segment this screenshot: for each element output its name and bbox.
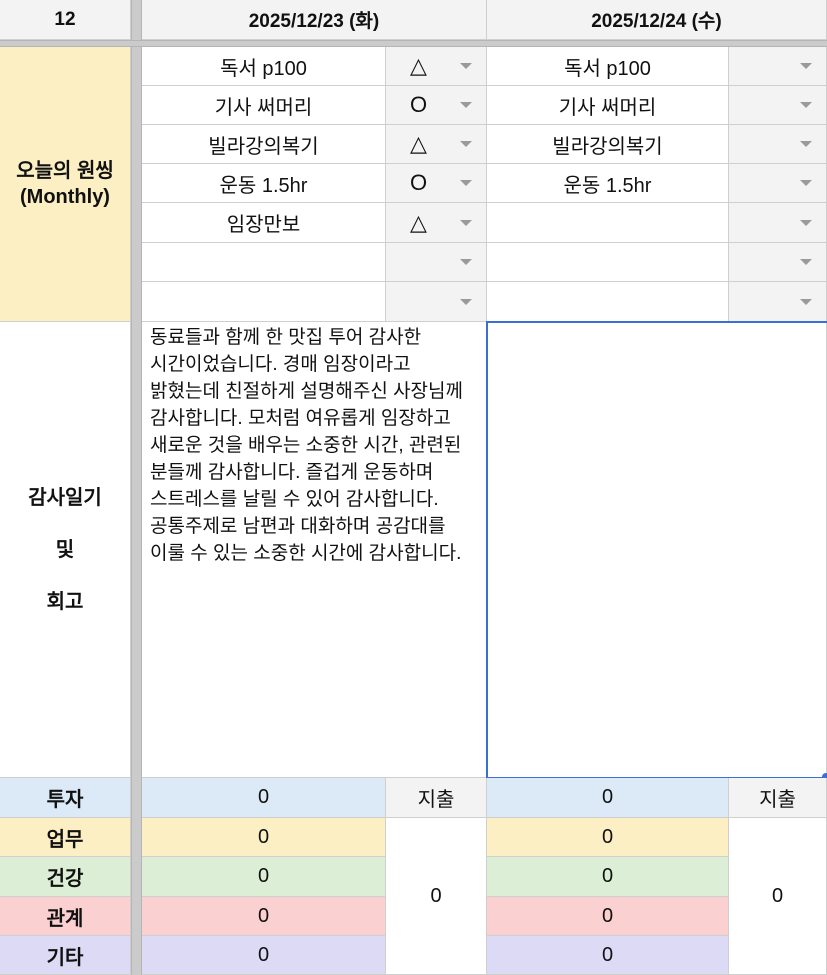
day2-task-cell[interactable]: 독서 p100 xyxy=(487,47,729,86)
day2-work-value[interactable]: 0 xyxy=(487,818,729,857)
health-label[interactable]: 건강 xyxy=(0,857,131,897)
day1-header[interactable]: 2025/12/23 (화) xyxy=(142,0,487,40)
day2-expense-value[interactable]: 0 xyxy=(729,818,827,975)
day1-mark-dropdown[interactable] xyxy=(386,243,487,282)
day1-expense-value[interactable]: 0 xyxy=(386,818,487,975)
day2-etc-value[interactable]: 0 xyxy=(487,936,729,975)
day2-task-cell[interactable]: 빌라강의복기 xyxy=(487,125,729,164)
chevron-down-icon[interactable] xyxy=(460,259,472,265)
day2-task-cell[interactable] xyxy=(487,243,729,282)
day2-task-cell[interactable] xyxy=(487,282,729,322)
day1-mark-value: O xyxy=(410,92,428,117)
work-label[interactable]: 업무 xyxy=(0,818,131,857)
gratitude-label-line2: 및 xyxy=(55,538,75,561)
day2-task-cell[interactable] xyxy=(487,203,729,243)
day2-relation-value[interactable]: 0 xyxy=(487,897,729,936)
day1-task-cell[interactable] xyxy=(142,282,386,322)
day1-task-cell[interactable]: 기사 써머리 xyxy=(142,86,386,125)
day1-expense-label[interactable]: 지출 xyxy=(386,778,487,818)
day2-mark-dropdown[interactable] xyxy=(729,86,827,125)
selected-cell-outline xyxy=(486,321,827,779)
day1-task-cell[interactable]: 운동 1.5hr xyxy=(142,164,386,203)
day1-mark-dropdown[interactable]: △ xyxy=(386,47,487,86)
chevron-down-icon[interactable] xyxy=(460,219,472,226)
spreadsheet: 12 2025/12/23 (화) 2025/12/24 (수) 오늘의 원씽 … xyxy=(0,0,827,975)
chevron-down-icon[interactable] xyxy=(460,102,472,108)
day2-invest-value[interactable]: 0 xyxy=(487,778,729,818)
day1-health-value[interactable]: 0 xyxy=(142,857,386,897)
day2-mark-dropdown[interactable] xyxy=(729,47,827,86)
day2-mark-dropdown[interactable] xyxy=(729,164,827,203)
day1-invest-value[interactable]: 0 xyxy=(142,778,386,818)
day2-mark-dropdown[interactable] xyxy=(729,282,827,322)
chevron-down-icon[interactable] xyxy=(800,259,812,265)
day1-task-cell[interactable]: 빌라강의복기 xyxy=(142,125,386,164)
day1-task-cell[interactable]: 임장만보 xyxy=(142,203,386,243)
day1-mark-dropdown[interactable]: O xyxy=(386,164,487,203)
day2-task-cell[interactable]: 운동 1.5hr xyxy=(487,164,729,203)
chevron-down-icon[interactable] xyxy=(460,141,472,147)
gratitude-label[interactable]: 감사일기 및 회고 xyxy=(0,322,131,778)
day2-mark-dropdown[interactable] xyxy=(729,243,827,282)
frozen-column-divider[interactable] xyxy=(131,0,142,975)
relation-label[interactable]: 관계 xyxy=(0,897,131,936)
day1-mark-dropdown[interactable] xyxy=(386,282,487,322)
day1-gratitude-text: 동료들과 함께 한 맛집 투어 감사한 시간이었습니다. 경매 임장이라고 밝혔… xyxy=(150,327,463,564)
month-header[interactable]: 12 xyxy=(0,0,131,40)
day1-work-value[interactable]: 0 xyxy=(142,818,386,857)
day1-relation-value[interactable]: 0 xyxy=(142,897,386,936)
etc-label[interactable]: 기타 xyxy=(0,936,131,975)
oneshot-label[interactable]: 오늘의 원씽 (Monthly) xyxy=(0,47,131,322)
chevron-down-icon[interactable] xyxy=(460,298,472,305)
day2-task-cell[interactable]: 기사 써머리 xyxy=(487,86,729,125)
gratitude-label-line3: 회고 xyxy=(46,590,84,613)
gratitude-label-line1: 감사일기 xyxy=(28,486,102,509)
day2-mark-dropdown[interactable] xyxy=(729,125,827,164)
chevron-down-icon[interactable] xyxy=(460,63,472,69)
day2-mark-dropdown[interactable] xyxy=(729,203,827,243)
day2-header[interactable]: 2025/12/24 (수) xyxy=(487,0,827,40)
day1-etc-value[interactable]: 0 xyxy=(142,936,386,975)
day1-mark-value: O xyxy=(410,170,428,195)
frozen-row-divider[interactable] xyxy=(0,40,827,47)
chevron-down-icon[interactable] xyxy=(800,180,812,186)
invest-label[interactable]: 투자 xyxy=(0,778,131,818)
chevron-down-icon[interactable] xyxy=(800,298,812,305)
chevron-down-icon[interactable] xyxy=(800,102,812,108)
day2-health-value[interactable]: 0 xyxy=(487,857,729,897)
day1-task-cell[interactable] xyxy=(142,243,386,282)
oneshot-label-line2: (Monthly) xyxy=(20,186,110,208)
day1-mark-dropdown[interactable]: O xyxy=(386,86,487,125)
day1-mark-value: △ xyxy=(410,209,427,235)
chevron-down-icon[interactable] xyxy=(800,141,812,147)
chevron-down-icon[interactable] xyxy=(800,219,812,226)
chevron-down-icon[interactable] xyxy=(800,63,812,69)
oneshot-label-line1: 오늘의 원씽 xyxy=(16,160,114,182)
day1-mark-dropdown[interactable]: △ xyxy=(386,203,487,243)
day1-mark-value: △ xyxy=(410,131,427,156)
day1-mark-value: △ xyxy=(410,53,427,78)
day1-mark-dropdown[interactable]: △ xyxy=(386,125,487,164)
day2-expense-label[interactable]: 지출 xyxy=(729,778,827,818)
chevron-down-icon[interactable] xyxy=(460,180,472,186)
day1-task-cell[interactable]: 독서 p100 xyxy=(142,47,386,86)
